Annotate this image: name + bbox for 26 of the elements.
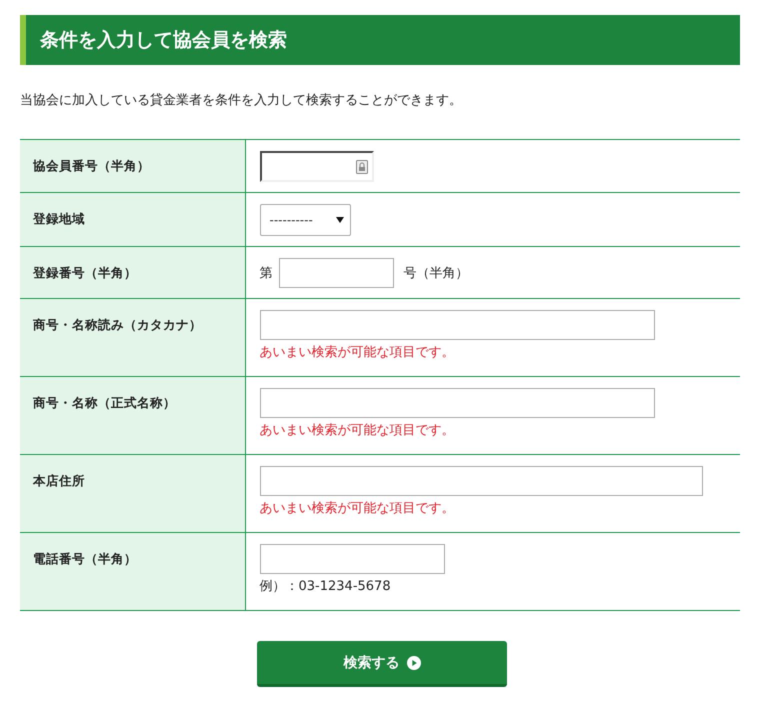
field-label: 商号・名称読み（カタカナ） xyxy=(33,317,202,332)
example-text: 例）：03-1234-5678 xyxy=(260,578,392,595)
prefix-label: 第 xyxy=(260,265,272,282)
text-field[interactable] xyxy=(260,466,702,496)
lock-icon xyxy=(356,160,368,174)
play-icon xyxy=(406,656,420,670)
field-label: 登録番号（半角） xyxy=(33,265,137,280)
field-label: 本店住所 xyxy=(33,473,85,488)
field-label: 商号・名称（正式名称） xyxy=(33,395,176,410)
page-heading: 条件を入力して協会員を検索 xyxy=(20,15,740,65)
fuzzy-search-note: あいまい検索が可能な項目です。 xyxy=(260,500,456,517)
region-select[interactable]: ---------- xyxy=(260,204,350,236)
text-field[interactable] xyxy=(260,310,654,340)
registration-number-field[interactable] xyxy=(278,258,394,288)
text-field[interactable] xyxy=(260,544,444,574)
intro-text: 当協会に加入している貸金業者を条件を入力して検索することができます。 xyxy=(20,92,463,109)
fuzzy-search-note: あいまい検索が可能な項目です。 xyxy=(260,344,456,361)
field-label: 登録地域 xyxy=(33,211,85,226)
suffix-label: 号（半角） xyxy=(404,265,468,282)
fuzzy-search-note: あいまい検索が可能な項目です。 xyxy=(260,422,456,439)
caret-icon xyxy=(336,217,344,223)
search-button[interactable]: 検索する xyxy=(257,641,507,687)
field-label: 電話番号（半角） xyxy=(33,551,137,566)
text-field[interactable] xyxy=(260,388,654,418)
member-number-field[interactable] xyxy=(260,151,374,182)
field-label: 協会員番号（半角） xyxy=(33,158,150,173)
